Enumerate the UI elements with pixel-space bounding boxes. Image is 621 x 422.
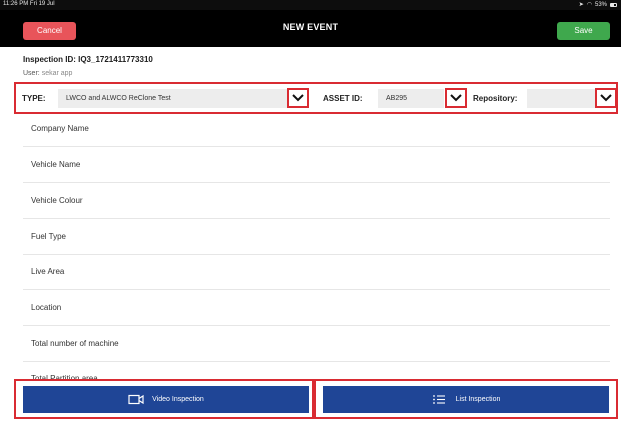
video-camera-icon (128, 394, 144, 405)
repository-select[interactable] (527, 89, 595, 108)
field-company-name[interactable]: Company Name (23, 111, 610, 147)
wifi-icon: ◠ (586, 2, 592, 8)
type-select[interactable]: LWCO and ALWCO ReClone Test (58, 89, 288, 108)
asset-id-select[interactable]: AB295 (378, 89, 444, 108)
field-label: Vehicle Colour (31, 196, 83, 205)
asset-id-label: ASSET ID: (323, 94, 363, 103)
field-label: Live Area (31, 267, 65, 276)
field-total-machines[interactable]: Total number of machine (23, 326, 610, 362)
nav-bar: Cancel NEW EVENT Save (0, 10, 621, 47)
list-inspection-label: List Inspection (455, 396, 501, 403)
field-live-area[interactable]: Live Area (23, 254, 610, 290)
field-label: Vehicle Name (31, 160, 81, 169)
field-vehicle-name[interactable]: Vehicle Name (23, 147, 610, 183)
chevron-down-icon (292, 94, 304, 102)
inspection-id: Inspection ID: IQ3_1721411773310 (23, 55, 153, 64)
field-label: Company Name (31, 124, 89, 133)
status-indicators: ➤ ◠ 53% (579, 1, 617, 8)
list-icon (432, 395, 445, 404)
field-label: Fuel Type (31, 232, 66, 241)
asset-id-dropdown-button[interactable] (445, 88, 467, 108)
save-button[interactable]: Save (557, 22, 610, 40)
field-location[interactable]: Location (23, 290, 610, 326)
battery-percent: 53% (594, 1, 607, 8)
page-title: NEW EVENT (282, 22, 339, 32)
chevron-down-icon (600, 94, 612, 102)
field-label: Total number of machine (31, 339, 119, 348)
field-vehicle-colour[interactable]: Vehicle Colour (23, 183, 610, 219)
status-bar: 11:26 PM Fri 19 Jul ➤ ◠ 53% (0, 0, 621, 10)
field-label: Location (31, 303, 62, 312)
type-dropdown-button[interactable] (287, 88, 309, 108)
chevron-down-icon (450, 94, 462, 102)
list-inspection-button[interactable]: List Inspection (323, 386, 609, 413)
repository-label: Repository: (473, 94, 518, 103)
field-fuel-type[interactable]: Fuel Type (23, 219, 610, 255)
battery-icon (610, 2, 617, 7)
type-label: TYPE: (22, 94, 46, 103)
location-icon: ➤ (578, 2, 584, 8)
repository-dropdown-button[interactable] (595, 88, 617, 108)
user-label: User: (23, 70, 40, 77)
video-inspection-button[interactable]: Video Inspection (23, 386, 309, 413)
user-line: User: sekar app (23, 70, 72, 77)
video-inspection-label: Video Inspection (152, 396, 204, 403)
status-time: 11:26 PM Fri 19 Jul (3, 1, 55, 7)
user-value: sekar app (41, 70, 73, 77)
